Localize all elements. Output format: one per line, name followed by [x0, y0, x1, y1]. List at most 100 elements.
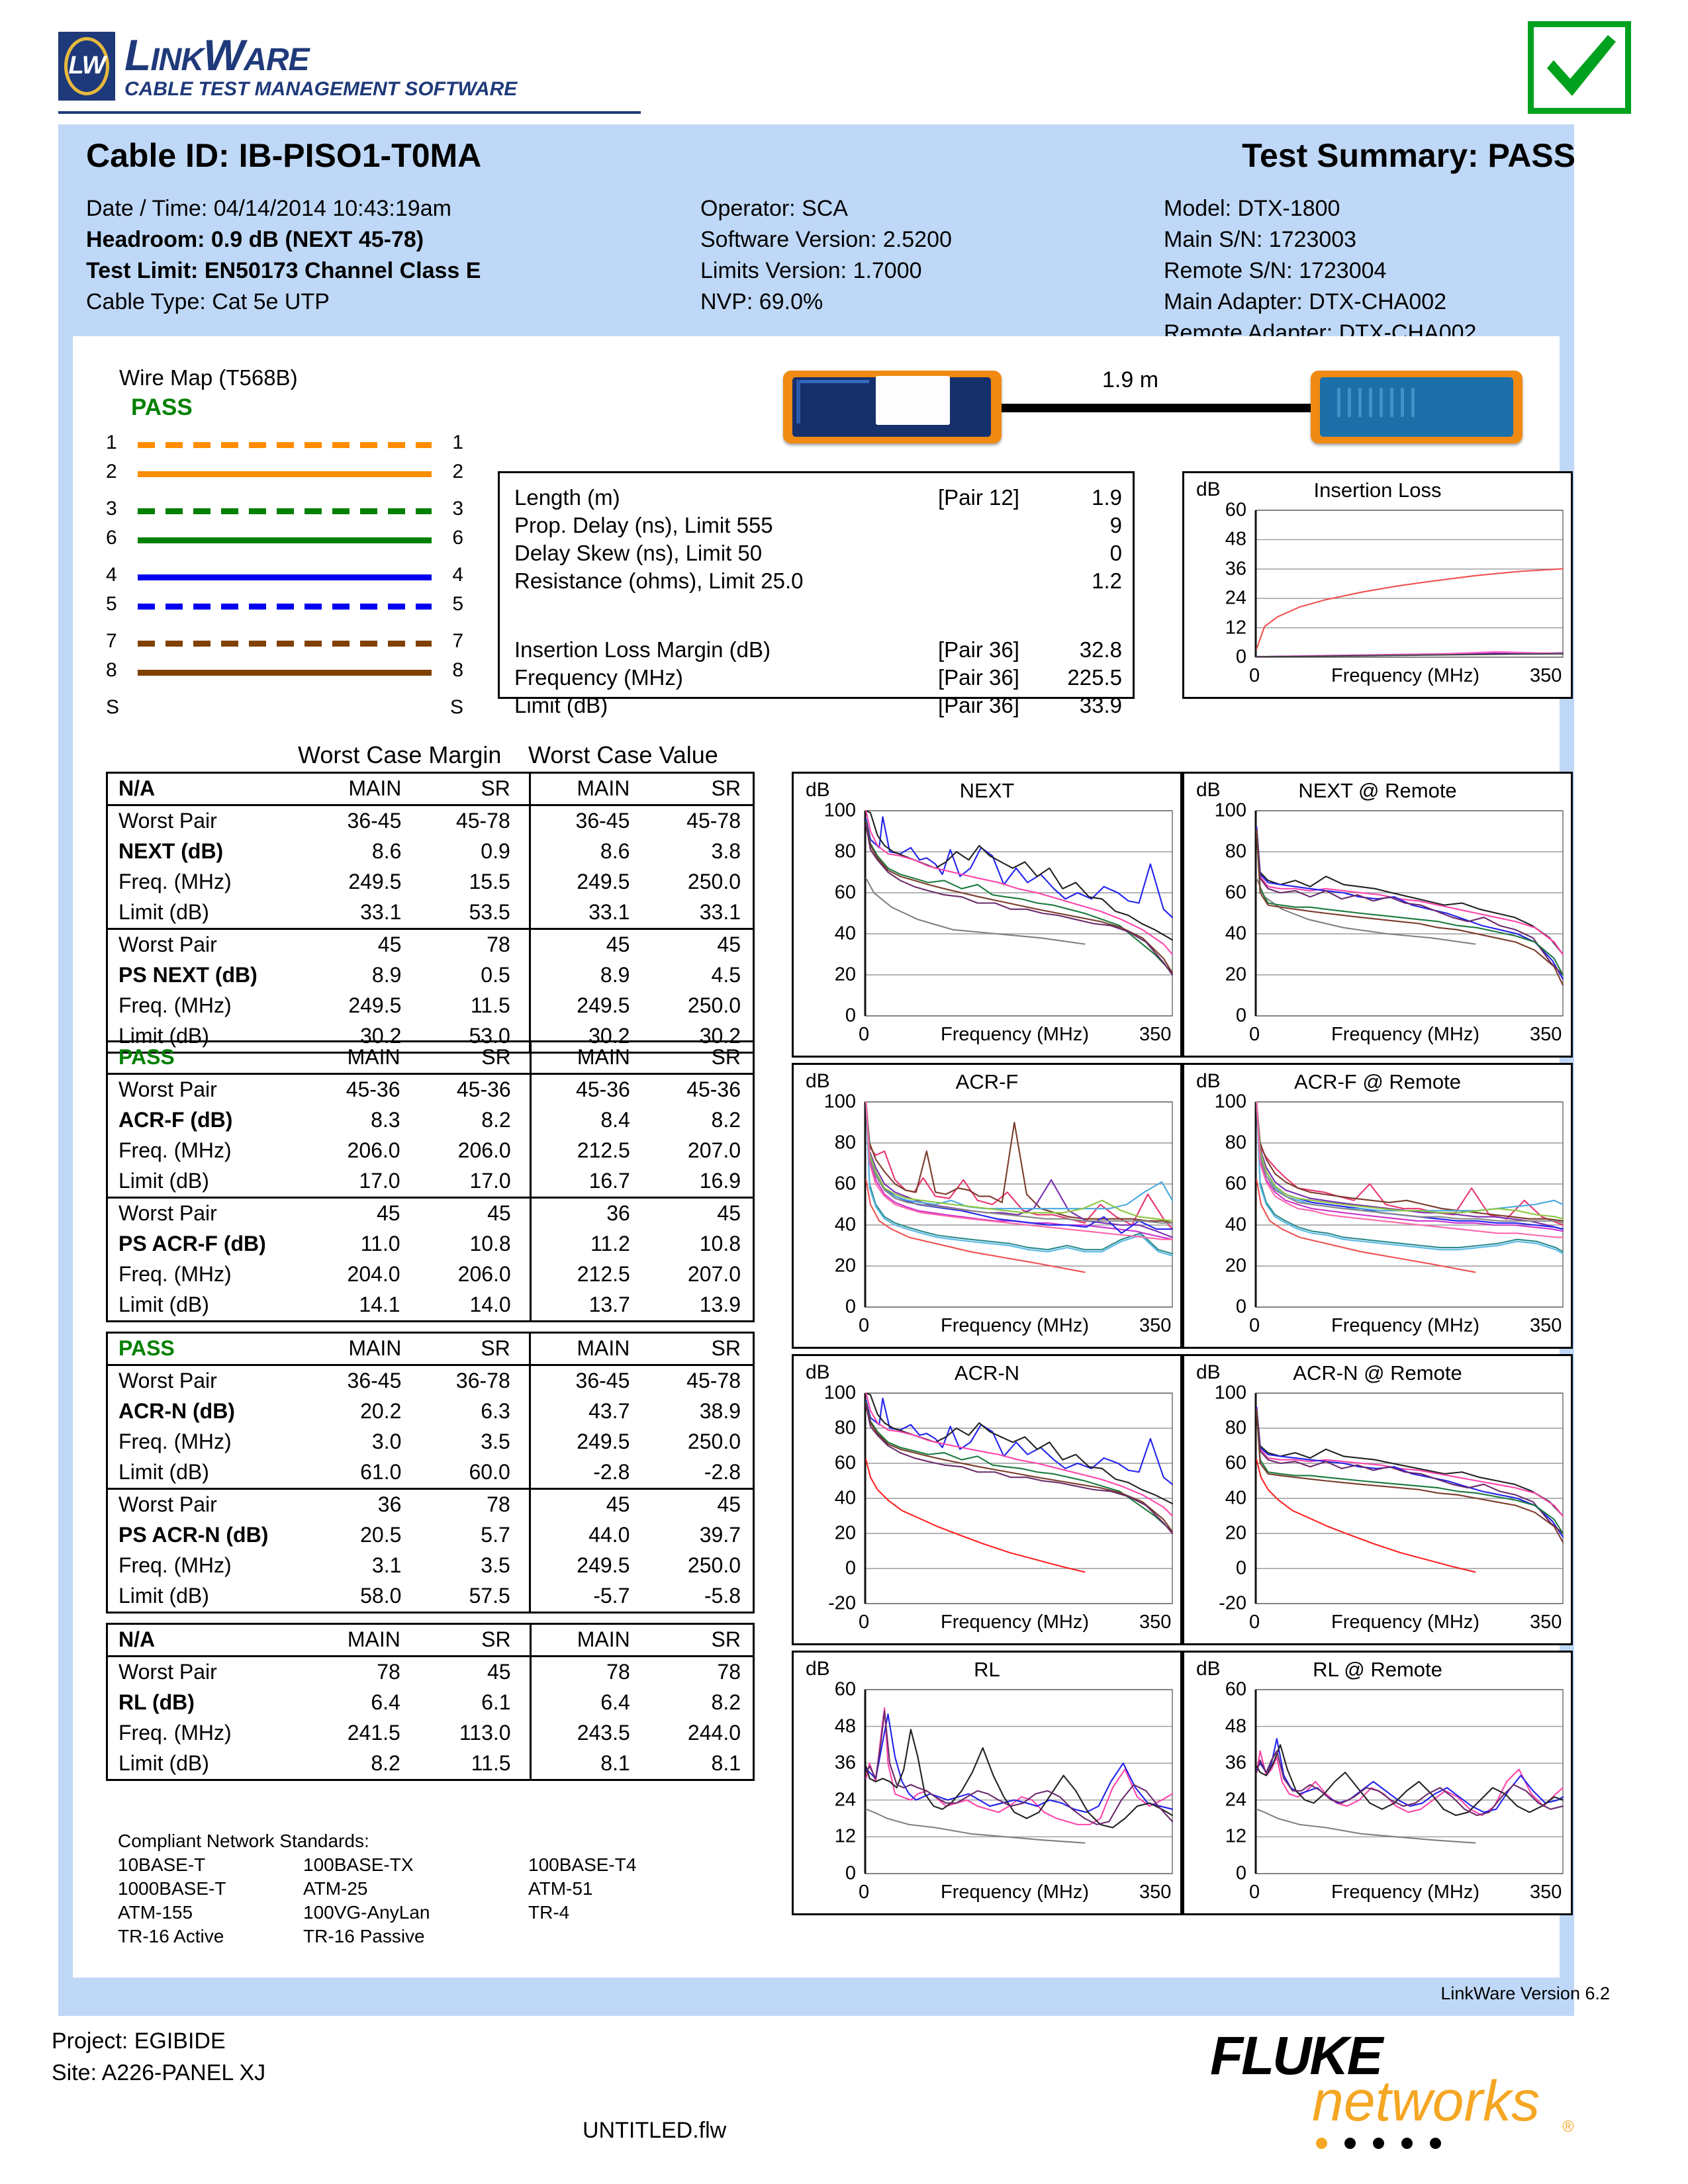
- chart-x-tick-min: 0: [1249, 1024, 1260, 1045]
- worst-case-headers: Worst Case Margin Worst Case Value: [106, 741, 755, 770]
- standard-name: TR-4: [528, 1902, 570, 1923]
- chart-y-tick: 60: [1225, 882, 1246, 903]
- standard-name: ATM-25: [303, 1878, 368, 1899]
- cell-main-value: 11.2: [590, 1232, 630, 1255]
- result-label: Prop. Delay (ns), Limit 555: [514, 513, 773, 537]
- cell-sr-margin: 45-78: [413, 805, 531, 837]
- chart-y-tick: 20: [834, 1255, 856, 1277]
- cell-main-margin: 3.1: [371, 1553, 402, 1577]
- row-label: Freq. (MHz): [118, 993, 232, 1017]
- cell-main-margin: 36-45: [347, 809, 402, 833]
- chart-y-tick: 36: [1225, 558, 1246, 580]
- chart-x-tick-max: 350: [1530, 1024, 1562, 1045]
- chart-x-tick-min: 0: [859, 1024, 870, 1045]
- wiremap-shield-left: S: [106, 696, 120, 718]
- chart-x-tick-max: 350: [1139, 1024, 1172, 1045]
- table-row: Limit (dB) 8.2 11.5 8.1 8.1: [108, 1749, 753, 1779]
- chart-acrn-main: dB ACR-N -20 0 20 40 60 80 100 0 350 Frequency (MHz…: [792, 1354, 1182, 1645]
- cell-main-margin: 45: [377, 1201, 400, 1225]
- header-line: Date / Time: 04/14/2014 10:43:19am: [86, 196, 451, 221]
- chart-y-tick: 0: [1235, 1296, 1246, 1318]
- linkware-version: LinkWare Version 6.2: [1440, 1983, 1610, 2003]
- cell-sr-margin: 6.1: [412, 1688, 532, 1718]
- cell-main-value: 36-45: [575, 1369, 630, 1392]
- result-pair: [Pair 36]: [938, 665, 1019, 690]
- table-row: Freq. (MHz) 249.5 15.5 249.5 250.0: [108, 867, 753, 897]
- chart-acrf-main: dB ACR-F 0 20 40 60 80 100 0 350 Frequency (MHz): [792, 1063, 1182, 1349]
- cell-main-value: 243.5: [577, 1721, 630, 1745]
- cell-main-value: 36-45: [575, 809, 630, 833]
- cell-main-value: 45: [606, 1492, 630, 1516]
- result-value: 32.8: [1079, 637, 1122, 662]
- chart-y-tick: 60: [834, 1452, 856, 1474]
- compliant-standards: Compliant Network Standards: 10BASE-T 100B…: [118, 1829, 636, 1948]
- cell-main-value: 6.4: [600, 1690, 630, 1714]
- row-label: Freq. (MHz): [118, 870, 232, 893]
- footer-project: Project: EGIBIDE: [52, 2028, 226, 2054]
- chart-x-label: Frequency (MHz): [941, 1882, 1089, 1903]
- cell-sr-margin: 206.0: [412, 1136, 532, 1166]
- row-label: Worst Pair: [118, 1077, 217, 1101]
- col-sr-value: SR: [711, 1045, 741, 1069]
- cell-sr-margin: 17.0: [412, 1166, 532, 1198]
- header-line: Operator: SCA: [700, 196, 848, 221]
- chart-y-tick: 60: [834, 1173, 856, 1195]
- standards-row: 10BASE-T 100BASE-TX 100BASE-T4: [118, 1853, 636, 1877]
- chart-y-tick: 0: [845, 1296, 856, 1318]
- result-value: 1.9: [1092, 485, 1122, 510]
- cell-main-margin: 14.1: [359, 1293, 400, 1316]
- table-header-row: N/A MAIN SR MAIN SR: [108, 1625, 753, 1657]
- row-label: Worst Pair: [118, 1369, 217, 1392]
- row-label: Limit (dB): [118, 1460, 209, 1484]
- table-row: Freq. (MHz) 3.0 3.5 249.5 250.0: [108, 1427, 753, 1457]
- wiremap-pin-right: 7: [452, 630, 463, 652]
- chart-y-tick: 80: [1225, 841, 1246, 862]
- standards-row: TR-16 Active TR-16 Passive: [118, 1925, 636, 1948]
- cell-main-value: 8.4: [600, 1108, 630, 1132]
- row-label: ACR-F (dB): [118, 1108, 233, 1132]
- cell-main-margin: 45: [377, 933, 402, 956]
- wiremap-pin-left: 5: [106, 593, 117, 615]
- cell-sr-margin: 10.8: [412, 1229, 532, 1259]
- wiremap-pin-left: 2: [106, 461, 117, 482]
- chart-y-tick: 40: [834, 923, 856, 944]
- cell-main-margin: 6.4: [371, 1690, 400, 1714]
- cell-main-margin: 206.0: [347, 1138, 400, 1162]
- chart-x-tick-min: 0: [859, 1612, 870, 1633]
- col-main-margin: MAIN: [348, 1336, 402, 1360]
- cell-sr-margin: 15.5: [413, 867, 531, 897]
- chart-x-label: Frequency (MHz): [1331, 1315, 1479, 1336]
- standard-name: TR-16 Passive: [303, 1926, 425, 1946]
- chart-y-tick: 0: [1235, 1557, 1246, 1579]
- table-row: Worst Pair 45 45 36 45: [108, 1197, 753, 1229]
- footer-project-info: Project: EGIBIDE Site: A226-PANEL XJ: [52, 2025, 265, 2089]
- header-line: Software Version: 2.5200: [700, 227, 952, 252]
- chart-x-tick-max: 350: [1139, 1882, 1172, 1903]
- table-row: Freq. (MHz) 3.1 3.5 249.5 250.0: [108, 1551, 753, 1581]
- table-row: Worst Pair 36-45 45-78 36-45 45-78: [108, 805, 753, 837]
- table-row: PS NEXT (dB) 8.9 0.5 8.9 4.5: [108, 960, 753, 991]
- wiremap-pair-row: 33: [106, 498, 463, 520]
- cell-sr-margin: 11.5: [413, 991, 531, 1021]
- table-header-row: PASS MAIN SR MAIN SR: [108, 1042, 753, 1074]
- row-label: Limit (dB): [118, 1169, 209, 1193]
- result-label: Resistance (ohms), Limit 25.0: [514, 569, 804, 593]
- wiremap-pin-right: 3: [452, 498, 463, 520]
- table-row: Freq. (MHz) 249.5 11.5 249.5 250.0: [108, 991, 753, 1021]
- row-label: Limit (dB): [118, 1751, 209, 1775]
- cell-main-margin: 20.2: [360, 1399, 402, 1423]
- cell-main-value: 78: [606, 1660, 630, 1684]
- result-label: Length (m): [514, 485, 620, 510]
- wiremap-diagram: 1122336644557788SS: [106, 432, 463, 718]
- cell-main-value: 8.6: [600, 839, 630, 863]
- chart-y-tick: 0: [1235, 1005, 1246, 1026]
- cell-sr-value: 13.9: [699, 1293, 741, 1316]
- wiremap-title: Wire Map (T568B): [119, 365, 298, 390]
- cell-main-value: 45: [606, 933, 630, 956]
- chart-y-tick: 0: [845, 1862, 856, 1884]
- wiremap-conductor: [138, 574, 432, 580]
- cell-sr-margin: 60.0: [413, 1457, 531, 1489]
- row-label: Worst Pair: [118, 809, 217, 833]
- table-row: Limit (dB) 33.1 53.5 33.1 33.1: [108, 897, 753, 929]
- worst-case-margin-header: Worst Case Margin: [298, 741, 502, 768]
